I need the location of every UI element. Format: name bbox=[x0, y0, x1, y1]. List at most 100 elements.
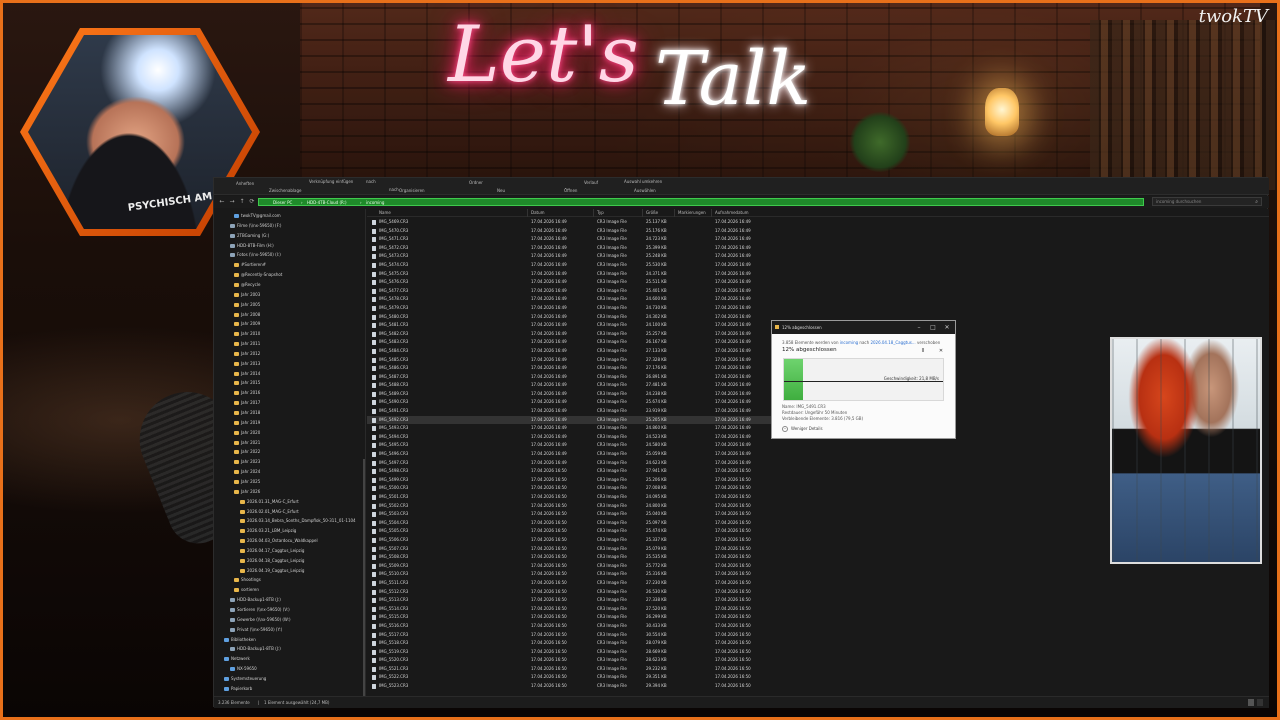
column-separator[interactable] bbox=[642, 209, 643, 217]
nav-tree-item[interactable]: 2026.04.19_Caggtus_Leipzig bbox=[240, 566, 304, 575]
search-icon[interactable]: ⌕ bbox=[1255, 198, 1258, 206]
nav-tree-item[interactable]: Jahr 2014 bbox=[234, 369, 260, 378]
column-type[interactable]: Typ bbox=[597, 209, 604, 217]
file-row[interactable]: IMG_5520.CR3 17.04.2026 16:50 CR3 Image Fi… bbox=[367, 656, 927, 665]
ribbon-label[interactable]: Zwischenablage bbox=[269, 188, 302, 193]
breadcrumb-incoming[interactable]: incoming bbox=[366, 199, 384, 206]
nav-tree-item[interactable]: #Sortieren# bbox=[234, 260, 266, 269]
file-row[interactable]: IMG_5470.CR3 17.04.2026 16:49 CR3 Image Fi… bbox=[367, 227, 927, 236]
nav-tree-item[interactable]: Jahr 2008 bbox=[234, 310, 260, 319]
nav-tree-item[interactable]: HDD-8TB-Film (H:) bbox=[230, 241, 274, 250]
breadcrumb-drive[interactable]: HDD-4TB-Cloud (R:) bbox=[307, 199, 347, 206]
file-row[interactable]: IMG_5479.CR3 17.04.2026 16:49 CR3 Image Fi… bbox=[367, 304, 927, 313]
nav-tree-item[interactable]: 2026.04.17_Caggtus_Leipzig bbox=[240, 546, 304, 555]
nav-tree-item[interactable]: Jahr 2005 bbox=[234, 300, 260, 309]
file-row[interactable]: IMG_5501.CR3 17.04.2026 16:50 CR3 Image Fi… bbox=[367, 493, 927, 502]
file-row[interactable]: IMG_5512.CR3 17.04.2026 16:50 CR3 Image Fi… bbox=[367, 588, 927, 597]
file-row[interactable]: IMG_5504.CR3 17.04.2026 16:50 CR3 Image Fi… bbox=[367, 519, 927, 528]
file-row[interactable]: IMG_5499.CR3 17.04.2026 16:50 CR3 Image Fi… bbox=[367, 476, 927, 485]
nav-tree-item[interactable]: NX-59650 bbox=[230, 664, 257, 673]
file-row[interactable]: IMG_5511.CR3 17.04.2026 16:50 CR3 Image Fi… bbox=[367, 579, 927, 588]
file-row[interactable]: IMG_5508.CR3 17.04.2026 16:50 CR3 Image Fi… bbox=[367, 553, 927, 562]
file-row[interactable]: IMG_5514.CR3 17.04.2026 16:50 CR3 Image Fi… bbox=[367, 605, 927, 614]
column-separator[interactable] bbox=[674, 209, 675, 217]
column-tags[interactable]: Markierungen bbox=[678, 209, 706, 217]
nav-tree-item[interactable]: 2TBGaming (G:) bbox=[230, 231, 269, 240]
file-row[interactable]: IMG_5476.CR3 17.04.2026 16:49 CR3 Image Fi… bbox=[367, 278, 927, 287]
file-row[interactable]: IMG_5472.CR3 17.04.2026 16:49 CR3 Image Fi… bbox=[367, 244, 927, 253]
file-row[interactable]: IMG_5518.CR3 17.04.2026 16:50 CR3 Image Fi… bbox=[367, 639, 927, 648]
nav-tree-item[interactable]: 2026.02.01_MAG-C_Erfurt bbox=[240, 507, 299, 516]
nav-tree-item[interactable]: Jahr 2003 bbox=[234, 290, 260, 299]
close-icon[interactable]: ✕ bbox=[942, 321, 952, 334]
nav-tree-item[interactable]: @Recently-Snapshot bbox=[234, 270, 282, 279]
ribbon-label[interactable]: Verlauf bbox=[584, 180, 598, 185]
nav-tree-item[interactable]: Jahr 2015 bbox=[234, 378, 260, 387]
nav-tree-item[interactable]: Jahr 2022 bbox=[234, 447, 260, 456]
back-arrow-icon[interactable]: ← bbox=[218, 197, 226, 206]
file-row[interactable]: IMG_5474.CR3 17.04.2026 16:49 CR3 Image Fi… bbox=[367, 261, 927, 270]
ribbon-label[interactable]: Öffnen bbox=[564, 188, 577, 193]
nav-tree-item[interactable]: Gewerbe (\\nx-59650) (W:) bbox=[230, 615, 291, 624]
address-bar[interactable]: Dieser PC › HDD-4TB-Cloud (R:) › incomin… bbox=[258, 198, 1144, 206]
nav-tree-item[interactable]: Jahr 2025 bbox=[234, 477, 260, 486]
nav-tree-item[interactable]: Jahr 2012 bbox=[234, 349, 260, 358]
nav-tree-item[interactable]: Systemsteuerung bbox=[224, 674, 266, 683]
file-row[interactable]: IMG_5507.CR3 17.04.2026 16:50 CR3 Image Fi… bbox=[367, 545, 927, 554]
file-row[interactable]: IMG_5521.CR3 17.04.2026 16:50 CR3 Image Fi… bbox=[367, 665, 927, 674]
file-row[interactable]: IMG_5516.CR3 17.04.2026 16:50 CR3 Image Fi… bbox=[367, 622, 927, 631]
file-row[interactable]: IMG_5522.CR3 17.04.2026 16:50 CR3 Image Fi… bbox=[367, 673, 927, 682]
nav-tree-item[interactable]: Jahr 2023 bbox=[234, 457, 260, 466]
file-row[interactable]: IMG_5469.CR3 17.04.2026 16:49 CR3 Image Fi… bbox=[367, 218, 927, 227]
breadcrumb-this-pc[interactable]: Dieser PC bbox=[273, 199, 292, 206]
nav-tree-item[interactable]: Privat (\\nx-59650) (Y:) bbox=[230, 625, 282, 634]
nav-tree-item[interactable]: Bibliotheken bbox=[224, 635, 256, 644]
ribbon-label[interactable]: Anheften bbox=[236, 181, 254, 186]
file-row[interactable]: IMG_5495.CR3 17.04.2026 16:49 CR3 Image Fi… bbox=[367, 441, 927, 450]
file-row[interactable]: IMG_5510.CR3 17.04.2026 16:50 CR3 Image Fi… bbox=[367, 570, 927, 579]
nav-tree-item[interactable]: Jahr 2021 bbox=[234, 438, 260, 447]
file-row[interactable]: IMG_5509.CR3 17.04.2026 16:50 CR3 Image Fi… bbox=[367, 562, 927, 571]
nav-tree-item[interactable]: Fotos (\\nx-59650) (I:) bbox=[230, 250, 281, 259]
column-name[interactable]: Name bbox=[379, 209, 391, 217]
nav-tree-item[interactable]: Jahr 2018 bbox=[234, 408, 260, 417]
tiles-view-icon[interactable] bbox=[1257, 699, 1263, 706]
nav-tree-item[interactable]: Jahr 2019 bbox=[234, 418, 260, 427]
column-separator[interactable] bbox=[527, 209, 528, 217]
file-row[interactable]: IMG_5519.CR3 17.04.2026 16:50 CR3 Image Fi… bbox=[367, 648, 927, 657]
ribbon-label[interactable]: Verknüpfung einfügen bbox=[309, 179, 353, 184]
search-input[interactable]: incoming durchsuchen ⌕ bbox=[1152, 197, 1262, 206]
dialog-titlebar[interactable]: 12% abgeschlossen – □ ✕ bbox=[772, 321, 955, 334]
file-row[interactable]: IMG_5497.CR3 17.04.2026 16:49 CR3 Image Fi… bbox=[367, 459, 927, 468]
ribbon-label[interactable]: Neu bbox=[497, 188, 505, 193]
nav-tree-item[interactable]: Sortieren (\\nx-59650) (V:) bbox=[230, 605, 290, 614]
destination-link[interactable]: 2026.04.18_Caggtus... bbox=[870, 340, 915, 345]
nav-tree-item[interactable]: 2026.01.31_MAG-C_Erfurt bbox=[240, 497, 299, 506]
nav-tree-item[interactable]: 2026.03.14_Bebra_Sonths_Dampflok_50-311_… bbox=[240, 516, 356, 525]
nav-tree-item[interactable]: Jahr 2013 bbox=[234, 359, 260, 368]
file-row[interactable]: IMG_5473.CR3 17.04.2026 16:49 CR3 Image Fi… bbox=[367, 252, 927, 261]
nav-tree-item[interactable]: Jahr 2026 bbox=[234, 487, 260, 496]
nav-tree-item[interactable]: HDD-Backup1-8TB (J:) bbox=[230, 595, 281, 604]
refresh-icon[interactable]: ⟳ bbox=[248, 197, 256, 206]
nav-tree-item[interactable]: Shootings bbox=[234, 575, 261, 584]
column-separator[interactable] bbox=[711, 209, 712, 217]
source-link[interactable]: incoming bbox=[840, 340, 858, 345]
file-row[interactable]: IMG_5502.CR3 17.04.2026 16:50 CR3 Image Fi… bbox=[367, 502, 927, 511]
file-row[interactable]: IMG_5505.CR3 17.04.2026 16:50 CR3 Image Fi… bbox=[367, 527, 927, 536]
file-row[interactable]: IMG_5478.CR3 17.04.2026 16:49 CR3 Image Fi… bbox=[367, 295, 927, 304]
nav-tree-item[interactable]: Filme (\\nx-59650) (F:) bbox=[230, 221, 281, 230]
column-separator[interactable] bbox=[593, 209, 594, 217]
file-row[interactable]: IMG_5477.CR3 17.04.2026 16:49 CR3 Image Fi… bbox=[367, 287, 927, 296]
nav-tree-item[interactable]: Jahr 2011 bbox=[234, 339, 260, 348]
maximize-icon[interactable]: □ bbox=[928, 321, 938, 334]
nav-tree-item[interactable]: sortieren bbox=[234, 585, 259, 594]
forward-arrow-icon[interactable]: → bbox=[228, 197, 236, 206]
file-row[interactable]: IMG_5513.CR3 17.04.2026 16:50 CR3 Image Fi… bbox=[367, 596, 927, 605]
nav-tree-item[interactable]: 2026.04.18_Caggtus_Leipzig bbox=[240, 556, 304, 565]
nav-tree-item[interactable]: 2026.03.21_LBM_Leipzig bbox=[240, 526, 296, 535]
file-row[interactable]: IMG_5517.CR3 17.04.2026 16:50 CR3 Image Fi… bbox=[367, 631, 927, 640]
nav-tree-item[interactable]: Jahr 2010 bbox=[234, 329, 260, 338]
file-row[interactable]: IMG_5515.CR3 17.04.2026 16:50 CR3 Image Fi… bbox=[367, 613, 927, 622]
file-row[interactable]: IMG_5496.CR3 17.04.2026 16:49 CR3 Image Fi… bbox=[367, 450, 927, 459]
